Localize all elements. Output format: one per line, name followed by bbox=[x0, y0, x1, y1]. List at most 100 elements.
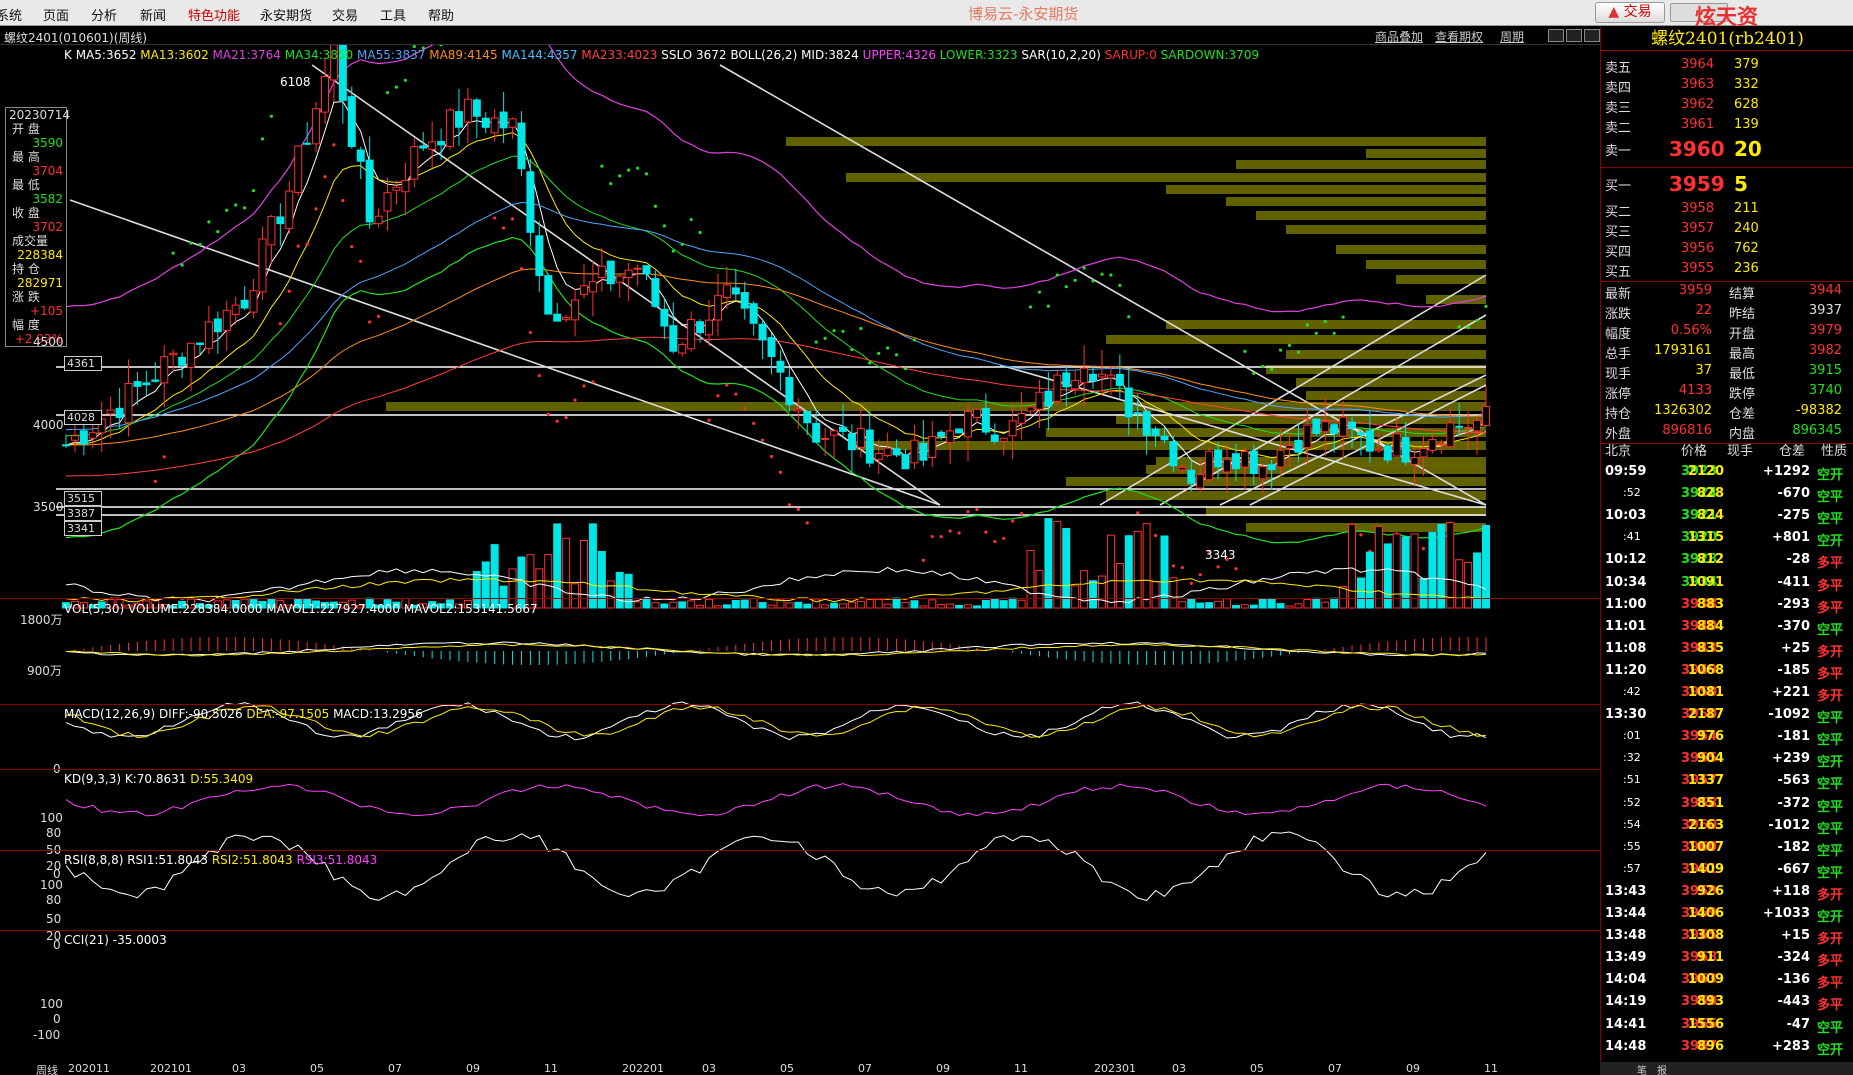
candle-body bbox=[1258, 466, 1267, 480]
candle-body bbox=[740, 292, 749, 309]
menu-special[interactable]: 特色功能 bbox=[188, 5, 240, 24]
link-period[interactable]: 周期 bbox=[1500, 28, 1524, 45]
tick-row: :41 3920 1315 +801 空开 bbox=[1601, 530, 1853, 552]
ask-row: 卖二 3961 139 bbox=[1601, 117, 1853, 137]
candle-body bbox=[1285, 444, 1294, 449]
menu-page[interactable]: 页面 bbox=[43, 5, 69, 24]
panel-separator bbox=[0, 704, 1600, 705]
stat-label: 涨停 bbox=[1605, 387, 1632, 402]
panel-separator bbox=[0, 598, 1600, 599]
sar-dot bbox=[769, 454, 774, 459]
stat-label: 开盘 bbox=[1729, 327, 1756, 342]
candle-body bbox=[1026, 406, 1035, 412]
sar-dot bbox=[975, 507, 979, 512]
candle-body bbox=[446, 109, 455, 147]
toolbar-btn-3[interactable] bbox=[1584, 29, 1600, 42]
sar-dot bbox=[1234, 567, 1238, 571]
tick-vol: 1009 bbox=[1687, 972, 1724, 988]
candle-body bbox=[767, 337, 776, 357]
tab-report[interactable]: 报 bbox=[1657, 1062, 1667, 1075]
stat-value: 3982 bbox=[1808, 343, 1842, 358]
menu-system[interactable]: 系统 bbox=[0, 5, 22, 24]
ticks-header: 北京 价格 现手 仓差 性质 bbox=[1601, 440, 1853, 460]
hline-label-3: 3515 bbox=[64, 491, 102, 506]
ma-item-15: SARDOWN:3709 bbox=[1160, 48, 1260, 62]
tab-trades[interactable]: 笔 bbox=[1637, 1062, 1647, 1075]
sar-dot bbox=[618, 174, 622, 178]
trade-button[interactable]: ▲ 交易 bbox=[1595, 2, 1665, 23]
tick-time: :41 bbox=[1623, 530, 1641, 544]
candle-body bbox=[508, 118, 517, 128]
tick-nature: 多开 bbox=[1817, 932, 1844, 948]
volume-bar bbox=[1356, 577, 1365, 609]
tick-row: 10:03 3921 824 -275 空平 bbox=[1601, 508, 1853, 530]
tick-row: :42 3950 1081 +221 多开 bbox=[1601, 685, 1853, 707]
toolbar-btn-2[interactable] bbox=[1566, 29, 1582, 42]
bid-price: 3957 bbox=[1681, 221, 1715, 236]
candle-body bbox=[1080, 367, 1089, 384]
stat-label: 最低 bbox=[1729, 367, 1756, 382]
candle-body bbox=[633, 267, 642, 270]
tick-nature: 空平 bbox=[1817, 799, 1844, 815]
tick-time: :01 bbox=[1623, 729, 1641, 743]
volume-bar bbox=[1312, 597, 1321, 609]
bid-label: 买二 bbox=[1605, 205, 1632, 220]
stat-label: 跌停 bbox=[1729, 387, 1756, 402]
tick-nature: 多平 bbox=[1817, 976, 1844, 992]
link-options[interactable]: 查看期权 bbox=[1435, 28, 1483, 45]
menu-news[interactable]: 新闻 bbox=[140, 5, 166, 24]
stat-label: 昨结 bbox=[1729, 307, 1756, 322]
candle-body bbox=[374, 215, 383, 225]
volume-bar bbox=[1303, 599, 1312, 609]
candle-body bbox=[169, 352, 178, 356]
volume-bar bbox=[1196, 602, 1205, 609]
volume-bar bbox=[517, 556, 526, 609]
chart-area[interactable]: K MA5:3652 MA13:3602 MA21:3764 MA34:3850… bbox=[0, 45, 1600, 1075]
tick-diff: -181 bbox=[1777, 729, 1810, 745]
menu-yongan[interactable]: 永安期货 bbox=[260, 5, 312, 24]
candle-body bbox=[1383, 445, 1392, 461]
sar-dot bbox=[930, 534, 934, 539]
menu-help[interactable]: 帮助 bbox=[428, 5, 454, 24]
volume-bar bbox=[955, 604, 964, 609]
candle-body bbox=[124, 382, 133, 424]
stat-row: 最新 3959 结算 3944 bbox=[1601, 283, 1853, 303]
info-label-4: 成交量 bbox=[12, 234, 49, 248]
cci-indicator: CCI(21) -35.0003 bbox=[64, 933, 167, 947]
menu-tools[interactable]: 工具 bbox=[380, 5, 406, 24]
link-overlay[interactable]: 商品叠加 bbox=[1375, 28, 1423, 45]
sar-dot bbox=[153, 479, 157, 484]
candle-body bbox=[937, 431, 946, 437]
candle-body bbox=[687, 319, 696, 350]
candle-body bbox=[1151, 428, 1160, 436]
volume-bar bbox=[606, 580, 615, 609]
tick-nature: 多平 bbox=[1817, 578, 1844, 594]
tick-diff: +1292 bbox=[1762, 464, 1810, 479]
toolbar-btn-1[interactable] bbox=[1548, 29, 1564, 42]
candle-body bbox=[1178, 466, 1187, 471]
sar-dot bbox=[216, 229, 220, 234]
candle-body bbox=[812, 422, 821, 443]
sar-dot bbox=[189, 241, 193, 245]
cci-axis-minus100: -100 bbox=[33, 1028, 61, 1042]
info-label-5: 持 仓 bbox=[12, 262, 40, 276]
tick-vol: 851 bbox=[1696, 795, 1724, 811]
sar-dot bbox=[680, 242, 684, 246]
bid-label: 买四 bbox=[1605, 245, 1632, 260]
x-tick: 05 bbox=[780, 1062, 794, 1075]
volume-bar bbox=[1374, 525, 1383, 609]
sar-dot bbox=[1073, 278, 1077, 282]
tick-diff: -443 bbox=[1777, 994, 1810, 1010]
volume-bar bbox=[794, 601, 803, 609]
candle-body bbox=[1374, 448, 1383, 452]
sar-dot bbox=[1171, 564, 1176, 568]
volume-bar bbox=[1348, 523, 1357, 609]
chart-canvas[interactable] bbox=[0, 45, 1600, 1075]
menu-analysis[interactable]: 分析 bbox=[91, 5, 117, 24]
tick-vol: 926 bbox=[1696, 883, 1724, 899]
stat-row: 总手 1793161 最高 3982 bbox=[1601, 343, 1853, 363]
stat-label: 现手 bbox=[1605, 367, 1632, 382]
tick-vol: 911 bbox=[1696, 950, 1724, 966]
sar-dot bbox=[912, 338, 917, 342]
menu-trade[interactable]: 交易 bbox=[332, 5, 358, 24]
